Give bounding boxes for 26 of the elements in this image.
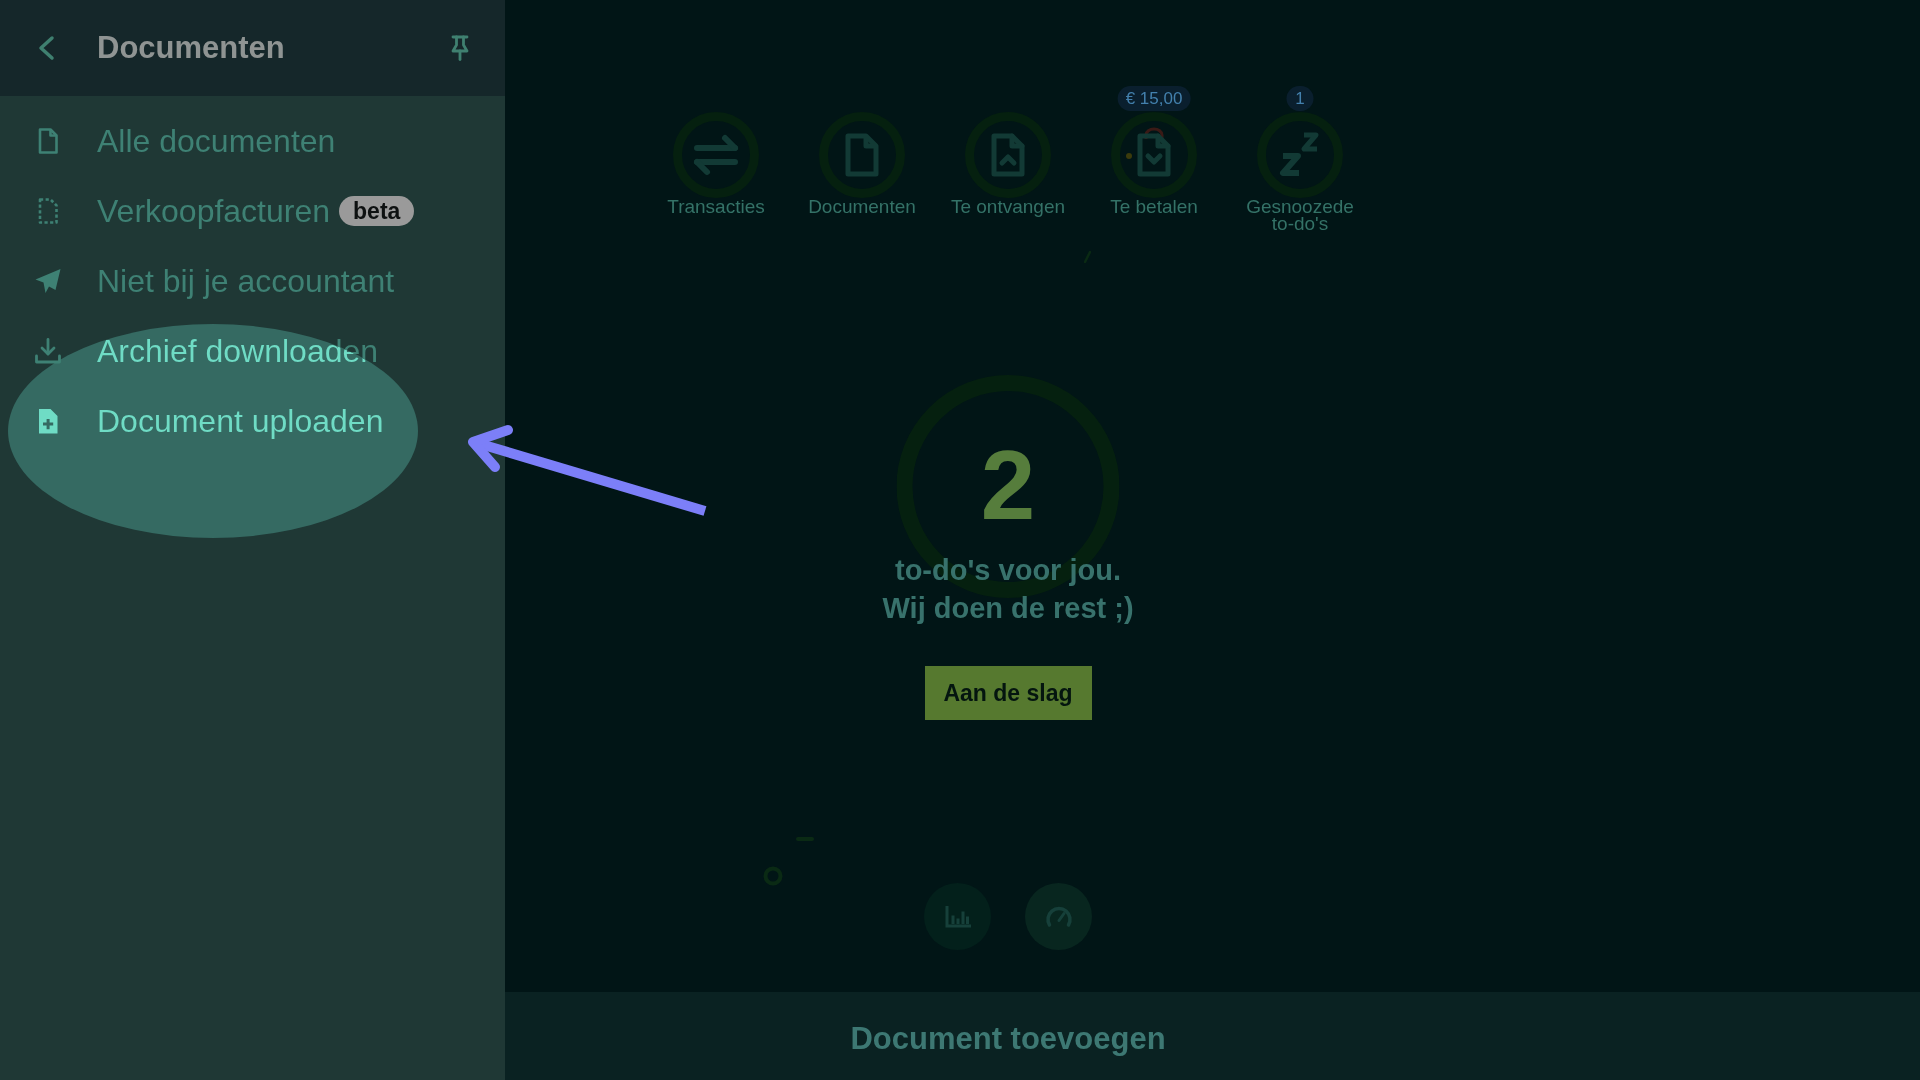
notification-badge: 1 xyxy=(1286,86,1314,111)
bar-chart-icon xyxy=(944,905,971,928)
chevron-left-icon xyxy=(37,35,55,61)
todo-count: 2 xyxy=(980,436,1036,534)
sleep-icon xyxy=(1257,112,1343,198)
back-button[interactable] xyxy=(37,35,55,61)
transfer-arrows-icon xyxy=(673,112,759,198)
download-icon xyxy=(34,337,62,365)
sidebar-title: Documenten xyxy=(97,29,286,67)
pin-icon xyxy=(449,35,471,61)
document-icon xyxy=(819,112,905,198)
notification-badge: € 15,00 xyxy=(1117,86,1191,111)
shortcut-button[interactable]: Documenten xyxy=(808,112,916,215)
document-chevron-up-icon xyxy=(965,112,1051,198)
shortcut-button[interactable]: Transacties xyxy=(667,112,765,215)
document-chevron-down-icon xyxy=(1111,112,1197,198)
shortcut-button[interactable]: Gesnoozede to-do's xyxy=(1227,112,1373,232)
shortcut-button[interactable]: Te ontvangen xyxy=(950,112,1066,215)
shortcut-button[interactable]: Te betalen xyxy=(1110,112,1198,215)
tag-badge: beta xyxy=(339,196,415,226)
todo-message: to-do's voor jou. Wij doen de rest ;) xyxy=(882,553,1134,626)
start-button[interactable]: Aan de slag xyxy=(924,666,1092,720)
gauge-icon xyxy=(1044,905,1073,928)
paper-plane-icon xyxy=(34,267,62,295)
footer-title: Document toevoegen xyxy=(849,1020,1167,1058)
pin-button[interactable] xyxy=(449,35,471,61)
